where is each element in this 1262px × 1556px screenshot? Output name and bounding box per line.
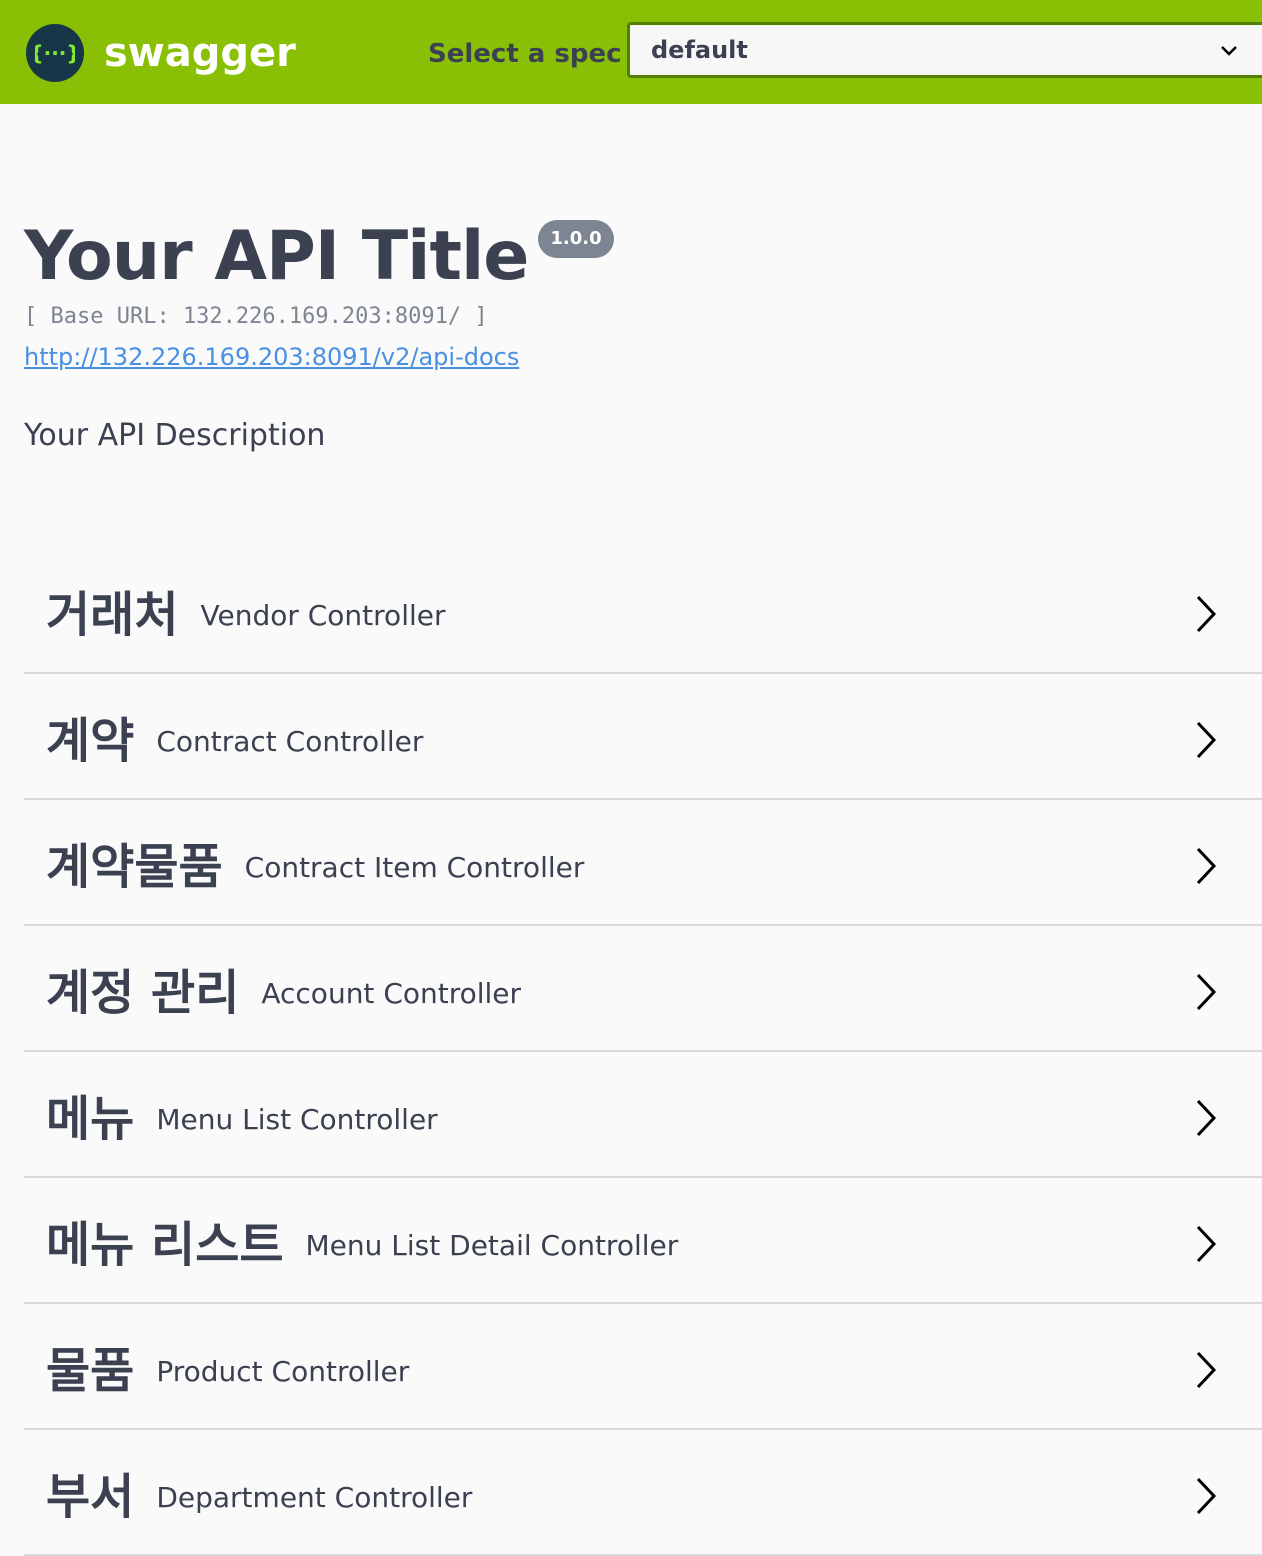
tag-section-vendor[interactable]: 거래처 Vendor Controller [24, 548, 1262, 674]
svg-text:{···}: {···} [35, 41, 75, 65]
tag-name: 부서 [46, 1469, 135, 1525]
tag-description: Product Controller [156, 1354, 410, 1388]
tag-name: 계약물품 [46, 839, 223, 895]
tag-description: Contract Controller [156, 724, 424, 758]
top-bar: {···} swagger Select a spec default [0, 0, 1262, 104]
version-badge: 1.0.0 [538, 220, 614, 258]
tag-list: 거래처 Vendor Controller 계약 Contract Contro… [24, 548, 1262, 1556]
chevron-right-icon [1194, 1350, 1218, 1395]
title-row: Your API Title 1.0.0 [24, 212, 614, 302]
spec-select[interactable]: default [627, 22, 1262, 78]
base-url: [ Base URL: 132.226.169.203:8091/ ] [24, 304, 488, 329]
tag-description: Contract Item Controller [244, 850, 585, 884]
chevron-down-icon [1218, 40, 1240, 67]
api-description: Your API Description [24, 418, 326, 453]
swagger-logo-icon: {···} [26, 24, 84, 82]
api-docs-link[interactable]: http://132.226.169.203:8091/v2/api-docs [24, 343, 519, 371]
tag-section-contract-item[interactable]: 계약물품 Contract Item Controller [24, 800, 1262, 926]
chevron-right-icon [1194, 972, 1218, 1017]
chevron-right-icon [1194, 594, 1218, 639]
tag-name: 메뉴 [46, 1091, 135, 1147]
tag-name: 계정 관리 [46, 965, 240, 1021]
tag-description: Department Controller [156, 1480, 473, 1514]
tag-description: Account Controller [261, 976, 522, 1010]
tag-section-product[interactable]: 물품 Product Controller [24, 1304, 1262, 1430]
tag-description: Menu List Controller [156, 1102, 438, 1136]
chevron-right-icon [1194, 846, 1218, 891]
tag-section-menu[interactable]: 메뉴 Menu List Controller [24, 1052, 1262, 1178]
spec-selected-value: default [651, 36, 748, 64]
tag-section-account[interactable]: 계정 관리 Account Controller [24, 926, 1262, 1052]
api-title: Your API Title [24, 217, 529, 296]
chevron-right-icon [1194, 1224, 1218, 1269]
tag-section-department[interactable]: 부서 Department Controller [24, 1430, 1262, 1556]
chevron-right-icon [1194, 1476, 1218, 1521]
tag-description: Vendor Controller [200, 598, 446, 632]
swagger-logo[interactable]: {···} swagger [26, 24, 296, 82]
tag-name: 물품 [46, 1343, 135, 1399]
tag-name: 거래처 [46, 587, 179, 643]
tag-name: 메뉴 리스트 [46, 1217, 284, 1273]
tag-name: 계약 [46, 713, 135, 769]
tag-section-menu-list[interactable]: 메뉴 리스트 Menu List Detail Controller [24, 1178, 1262, 1304]
chevron-right-icon [1194, 720, 1218, 765]
chevron-right-icon [1194, 1098, 1218, 1143]
tag-section-contract[interactable]: 계약 Contract Controller [24, 674, 1262, 800]
spec-label: Select a spec [428, 39, 622, 69]
tag-description: Menu List Detail Controller [305, 1228, 679, 1262]
logo-text: swagger [104, 30, 296, 76]
